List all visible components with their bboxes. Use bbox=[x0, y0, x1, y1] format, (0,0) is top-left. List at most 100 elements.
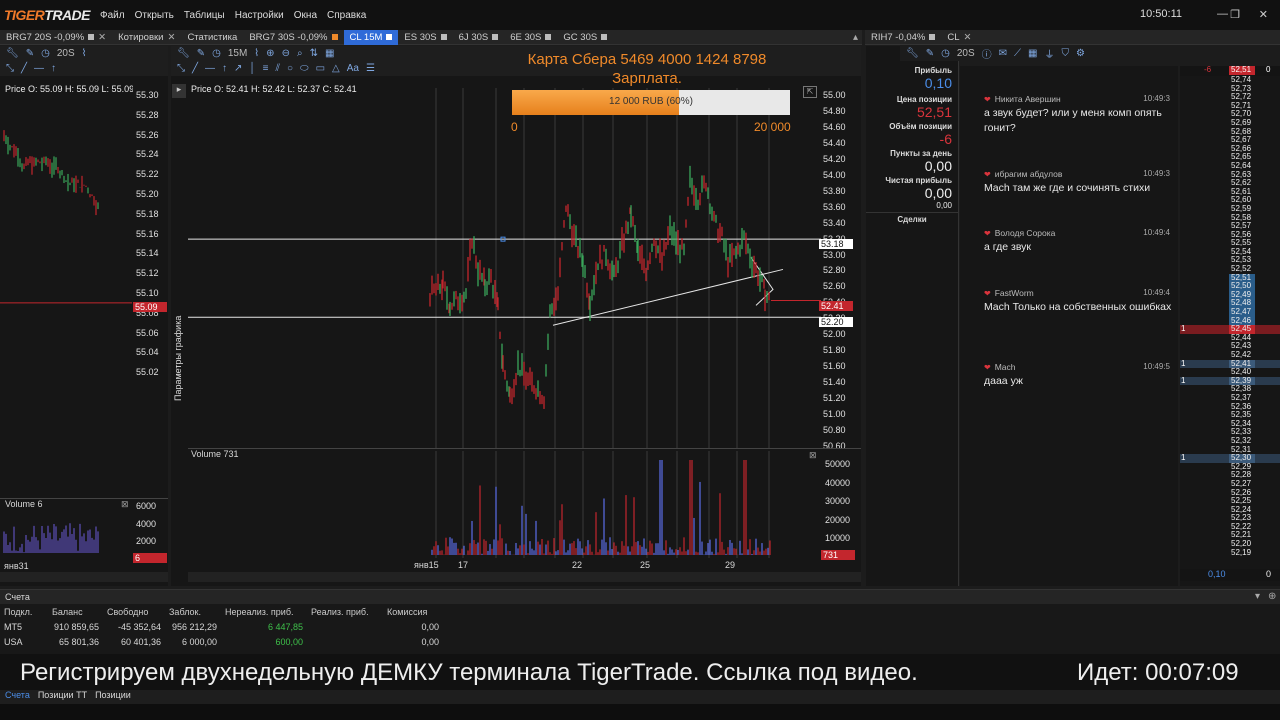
dom-row[interactable]: 52,20 bbox=[1180, 539, 1280, 549]
hline-icon[interactable]: — bbox=[34, 63, 44, 74]
tab-gc-30s[interactable]: GC 30S bbox=[557, 30, 613, 45]
accounts-column-header[interactable]: Подкл. bbox=[0, 604, 48, 619]
dom-row[interactable]: 52,71 bbox=[1180, 101, 1280, 111]
pin-icon[interactable]: ⊕ bbox=[1268, 591, 1276, 602]
vline-icon[interactable]: │ bbox=[249, 63, 255, 74]
dom-row[interactable]: 52,30 1 bbox=[1180, 454, 1280, 463]
close-icon[interactable]: ✕ bbox=[1259, 8, 1268, 21]
dom-row[interactable]: 52,44 bbox=[1180, 333, 1280, 343]
fib-icon[interactable]: ≡ bbox=[263, 63, 269, 74]
dom-row[interactable]: 52,42 bbox=[1180, 350, 1280, 360]
dom-row[interactable]: 52,62 bbox=[1180, 179, 1280, 188]
chat-author[interactable]: Mach bbox=[995, 362, 1016, 372]
tab-cl-15m[interactable]: CL 15M bbox=[343, 29, 399, 45]
close-icon[interactable]: ✕ bbox=[98, 32, 106, 43]
dom-row[interactable]: 52,26 bbox=[1180, 488, 1280, 498]
sort-icon[interactable]: ⇅ bbox=[310, 48, 318, 59]
accounts-column-header[interactable]: Заблок. bbox=[165, 604, 221, 619]
dom-price[interactable]: 52,19 bbox=[1229, 548, 1255, 558]
dom-row[interactable]: 52,45 1 bbox=[1180, 325, 1280, 334]
bottom-tab-positions-tt[interactable]: Позиции TT bbox=[38, 690, 87, 704]
gear-icon[interactable]: ⚙ bbox=[1076, 48, 1085, 59]
dom-row[interactable]: 52,66 bbox=[1180, 144, 1280, 154]
pen-icon[interactable]: ✎ bbox=[197, 48, 205, 59]
menu-tables[interactable]: Таблицы bbox=[184, 10, 225, 21]
accounts-column-header[interactable]: Комиссия bbox=[383, 604, 443, 619]
menu-file[interactable]: Файл bbox=[100, 10, 125, 21]
dom-row[interactable]: 52,61 bbox=[1180, 187, 1280, 197]
tab-es-30s[interactable]: ES 30S bbox=[398, 30, 452, 45]
wrench-icon[interactable]: 🔧︎ bbox=[177, 48, 190, 59]
filter-icon[interactable]: ⏚ bbox=[1044, 46, 1054, 61]
tab-6j-30s[interactable]: 6J 30S bbox=[453, 30, 505, 45]
zoom-out-icon[interactable]: ⊖ bbox=[282, 48, 290, 59]
chart-type-icon[interactable]: ⌇ bbox=[82, 48, 87, 59]
dom-row[interactable]: 52,63 bbox=[1180, 170, 1280, 180]
circle-icon[interactable]: ○ bbox=[287, 63, 293, 74]
accounts-row[interactable]: MT5 910 859,65 -45 352,64 956 212,29 6 447,8… bbox=[0, 619, 443, 634]
tab-brg7-30s[interactable]: BRG7 30S -0,09% bbox=[243, 30, 343, 45]
dom-row[interactable]: 52,53 bbox=[1180, 256, 1280, 265]
dom-row[interactable]: 52,65 bbox=[1180, 153, 1280, 162]
line-icon[interactable]: ╱ bbox=[21, 63, 27, 74]
dom-row[interactable]: 52,43 bbox=[1180, 342, 1280, 351]
dom-row[interactable]: 52,47 bbox=[1180, 307, 1280, 317]
dom-row[interactable]: 52,28 bbox=[1180, 471, 1280, 480]
dom-row[interactable]: 52,35 bbox=[1180, 411, 1280, 420]
dom-row[interactable]: 52,50 bbox=[1180, 282, 1280, 291]
dom-row[interactable]: 52,74 bbox=[1180, 75, 1280, 85]
dom-price-ladder[interactable]: 52,74 52,73 52,72 52,71 52,70 52,69 52,68 52,67… bbox=[1180, 75, 1280, 558]
chart-params-label[interactable]: Параметры графика bbox=[173, 231, 187, 401]
dom-row[interactable]: 52,23 bbox=[1180, 514, 1280, 523]
ray-icon[interactable]: ↗ bbox=[234, 63, 242, 74]
accounts-column-header[interactable]: Нереализ. приб. bbox=[221, 604, 307, 619]
dom-row[interactable]: 52,60 bbox=[1180, 196, 1280, 205]
chart-icon[interactable]: ⟋ bbox=[1014, 48, 1021, 59]
dom-row[interactable]: 52,70 bbox=[1180, 110, 1280, 119]
dom-row[interactable]: 52,64 bbox=[1180, 161, 1280, 171]
arrow-icon[interactable]: ↑ bbox=[222, 63, 227, 74]
dom-row[interactable]: 52,34 bbox=[1180, 419, 1280, 429]
wrench-icon[interactable]: 🔧︎ bbox=[6, 48, 19, 59]
dom-row[interactable]: 52,58 bbox=[1180, 213, 1280, 223]
tab-rih7[interactable]: RIH7 -0,04% bbox=[865, 30, 941, 45]
restore-icon[interactable]: ❐ bbox=[1230, 8, 1240, 21]
cursor-icon[interactable]: ⤡ bbox=[177, 63, 185, 74]
dom-row[interactable]: 52,48 bbox=[1180, 299, 1280, 309]
cursor-icon[interactable]: ⤡ bbox=[6, 63, 14, 74]
pen-icon[interactable]: ✎ bbox=[26, 48, 34, 59]
dom-row[interactable]: 52,21 bbox=[1180, 531, 1280, 540]
dom-row[interactable]: 52,33 bbox=[1180, 428, 1280, 437]
bottom-tab-positions[interactable]: Позиции bbox=[95, 690, 131, 704]
overlay-toggle-icon[interactable]: ⇱ bbox=[803, 86, 817, 98]
main-price-chart[interactable] bbox=[188, 88, 821, 448]
clock-icon[interactable]: ◷ bbox=[41, 48, 50, 59]
close-icon[interactable]: ✕ bbox=[964, 32, 972, 43]
dom-row[interactable]: 52,40 bbox=[1180, 368, 1280, 377]
left-scrollbar[interactable] bbox=[0, 572, 168, 582]
clock-icon[interactable]: ◷ bbox=[941, 48, 950, 59]
arrow-icon[interactable]: ↑ bbox=[51, 63, 56, 74]
accounts-column-header[interactable]: Баланс bbox=[48, 604, 103, 619]
dom-row[interactable]: 52,32 bbox=[1180, 436, 1280, 446]
main-scrollbar[interactable] bbox=[188, 572, 861, 582]
dom-row[interactable]: 52,55 bbox=[1180, 239, 1280, 248]
info-icon[interactable]: ⓘ bbox=[982, 46, 992, 61]
dom-row[interactable]: 52,69 bbox=[1180, 118, 1280, 128]
dom-row[interactable]: 52,31 bbox=[1180, 445, 1280, 455]
dom-row[interactable]: 52,39 1 bbox=[1180, 376, 1280, 386]
triangle-icon[interactable]: △ bbox=[332, 63, 340, 74]
dom-row[interactable]: 52,29 bbox=[1180, 462, 1280, 472]
expand-icon[interactable]: ▸ bbox=[172, 84, 186, 98]
grid-icon[interactable]: ▦ bbox=[1028, 48, 1037, 59]
bottom-tab-accounts[interactable]: Счета bbox=[5, 690, 30, 704]
accounts-column-header[interactable]: Реализ. приб. bbox=[307, 604, 383, 619]
dom-row[interactable]: 52,22 bbox=[1180, 522, 1280, 532]
dom-row[interactable]: 52,41 1 bbox=[1180, 359, 1280, 369]
dom-row[interactable]: 52,49 bbox=[1180, 290, 1280, 300]
rect-icon[interactable]: ▭ bbox=[316, 63, 325, 74]
list-icon[interactable]: ☰ bbox=[366, 63, 375, 74]
dom-row[interactable]: 52,25 bbox=[1180, 496, 1280, 506]
dom-row[interactable]: 52,56 bbox=[1180, 230, 1280, 240]
chevron-down-icon[interactable]: ▾ bbox=[1255, 591, 1260, 602]
